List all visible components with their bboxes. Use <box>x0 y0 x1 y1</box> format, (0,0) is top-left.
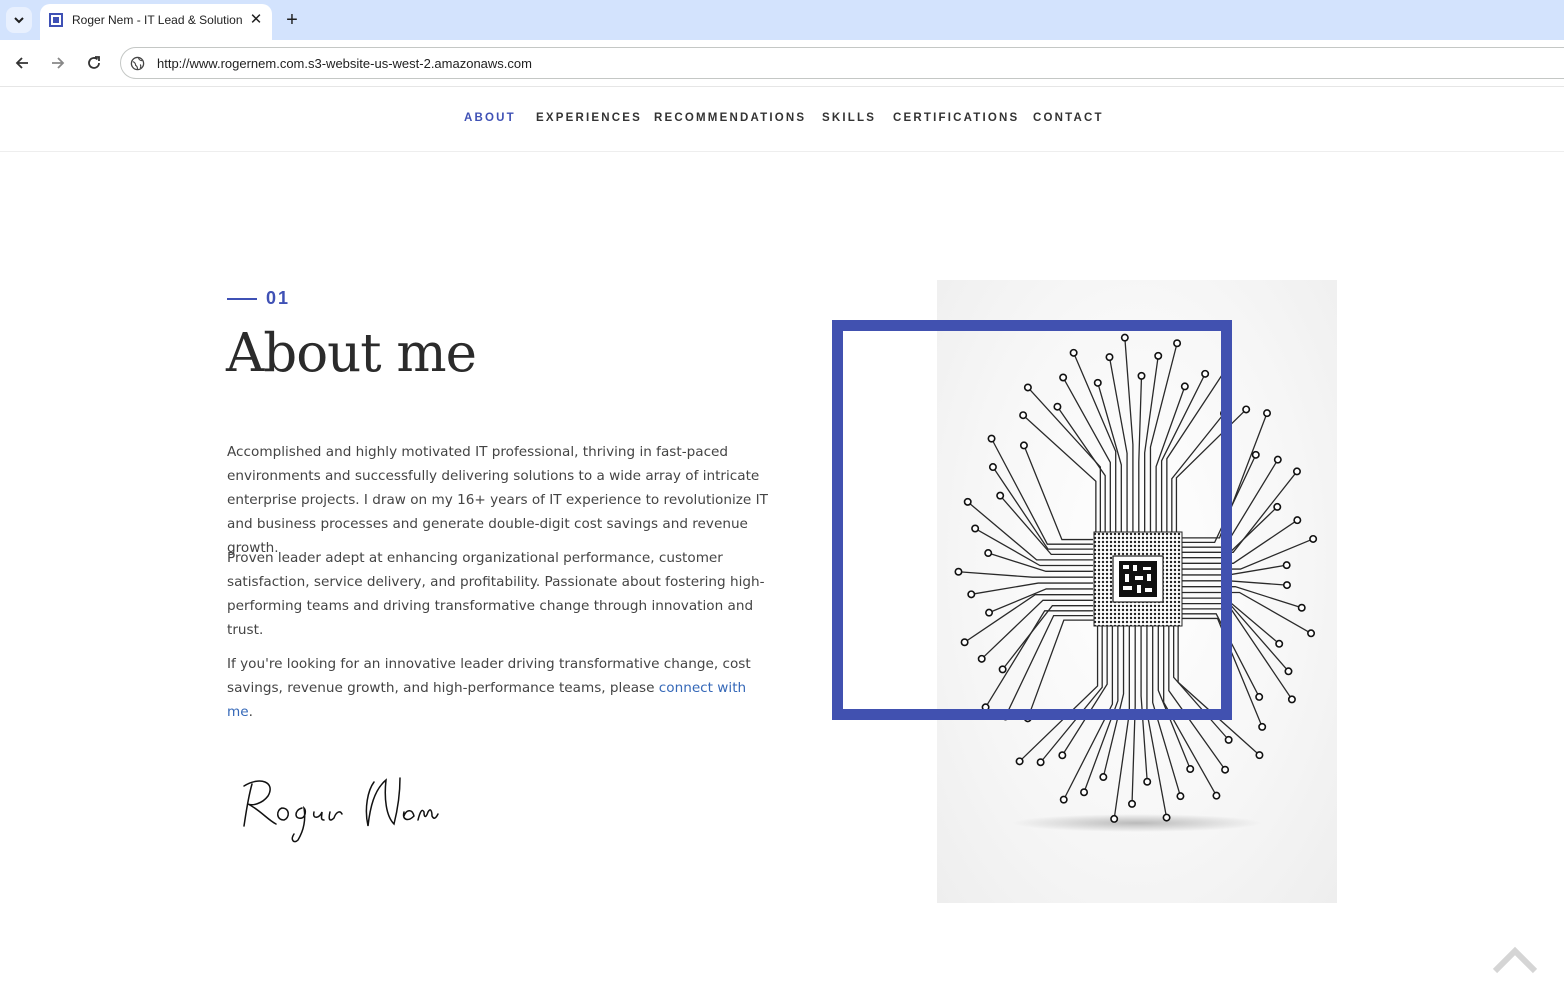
circuit-pad <box>1143 777 1152 786</box>
section-title: About me <box>226 323 477 384</box>
signature-image <box>243 777 439 843</box>
browser-tab-active[interactable]: Roger Nem - IT Lead & Solutions ✕ <box>40 4 272 40</box>
site-favicon-icon <box>49 13 63 27</box>
back-arrow-icon <box>15 57 28 69</box>
nav-item-recommendations[interactable]: RECOMMENDATIONS <box>654 112 806 124</box>
circuit-pad <box>1282 581 1291 590</box>
decorative-frame <box>832 320 1232 720</box>
circuit-pad <box>1263 409 1272 418</box>
new-tab-button[interactable]: + <box>280 8 304 32</box>
tab-list-button[interactable] <box>6 7 32 33</box>
browser-toolbar: http://www.rogernem.com.s3-website-us-we… <box>0 40 1564 87</box>
about-paragraph-3-end: . <box>248 704 253 720</box>
circuit-pad <box>1059 795 1068 804</box>
circuit-pad <box>1058 751 1067 760</box>
nav-item-skills[interactable]: SKILLS <box>822 112 876 124</box>
address-bar[interactable]: http://www.rogernem.com.s3-website-us-we… <box>120 47 1564 79</box>
circuit-pad <box>1015 757 1024 766</box>
circuit-pad <box>1292 467 1301 476</box>
circuit-pad <box>1099 773 1108 782</box>
circuit-pad <box>1036 758 1045 767</box>
circuit-pad <box>1284 667 1293 676</box>
circuit-pad <box>1186 764 1195 773</box>
circuit-pad <box>1251 450 1260 459</box>
circuit-pad <box>1255 692 1264 701</box>
nav-item-contact[interactable]: CONTACT <box>1033 112 1104 124</box>
circuit-pad <box>1307 629 1316 638</box>
circuit-pad <box>1293 516 1302 525</box>
back-button[interactable] <box>10 51 34 75</box>
about-paragraph-1: Accomplished and highly motivated IT pro… <box>227 444 768 556</box>
reload-icon <box>88 56 100 69</box>
circuit-pad <box>1287 695 1296 704</box>
circuit-pad <box>1176 792 1185 801</box>
nav-item-experiences[interactable]: EXPERIENCES <box>536 112 642 124</box>
tab-close-button[interactable]: ✕ <box>246 10 266 30</box>
circuit-pad <box>1255 751 1264 760</box>
circuit-pad <box>1212 791 1221 800</box>
tab-title: Roger Nem - IT Lead & Solutions <box>72 13 242 27</box>
url-text: http://www.rogernem.com.s3-website-us-we… <box>157 56 532 71</box>
site-info-icon[interactable] <box>130 56 145 71</box>
circuit-pad <box>1242 405 1251 414</box>
scroll-to-top-button[interactable] <box>1493 946 1537 976</box>
nav-item-certifications[interactable]: CERTIFICATIONS <box>893 112 1019 124</box>
circuit-pad <box>1110 814 1119 823</box>
forward-button[interactable] <box>46 51 70 75</box>
reload-button[interactable] <box>82 51 106 75</box>
section-number: 01 <box>266 288 291 308</box>
circuit-pad <box>1273 502 1282 511</box>
circuit-pad <box>1275 639 1284 648</box>
circuit-pad <box>1162 813 1171 822</box>
circuit-pad <box>1282 561 1291 570</box>
forward-arrow-icon <box>52 57 65 69</box>
circuit-pad <box>1258 722 1267 731</box>
circuit-pad <box>1273 455 1282 464</box>
browser-tabstrip: Roger Nem - IT Lead & Solutions ✕ + <box>0 0 1564 40</box>
circuit-pad <box>1128 799 1137 808</box>
section-number-line <box>227 298 257 300</box>
circuit-pad <box>1080 788 1089 797</box>
circuit-pad <box>1297 603 1306 612</box>
circuit-pad <box>1309 534 1318 543</box>
chevron-down-icon <box>14 17 24 24</box>
about-paragraph-3: If you're looking for an innovative lead… <box>227 652 772 724</box>
nav-item-about[interactable]: ABOUT <box>464 112 516 124</box>
chevron-up-icon <box>1493 946 1537 974</box>
circuit-pad <box>1224 735 1233 744</box>
site-navigation: ABOUT EXPERIENCES RECOMMENDATIONS SKILLS… <box>0 87 1564 152</box>
about-paragraph-2: Proven leader adept at enhancing organiz… <box>227 550 765 638</box>
circuit-pad <box>1221 765 1230 774</box>
